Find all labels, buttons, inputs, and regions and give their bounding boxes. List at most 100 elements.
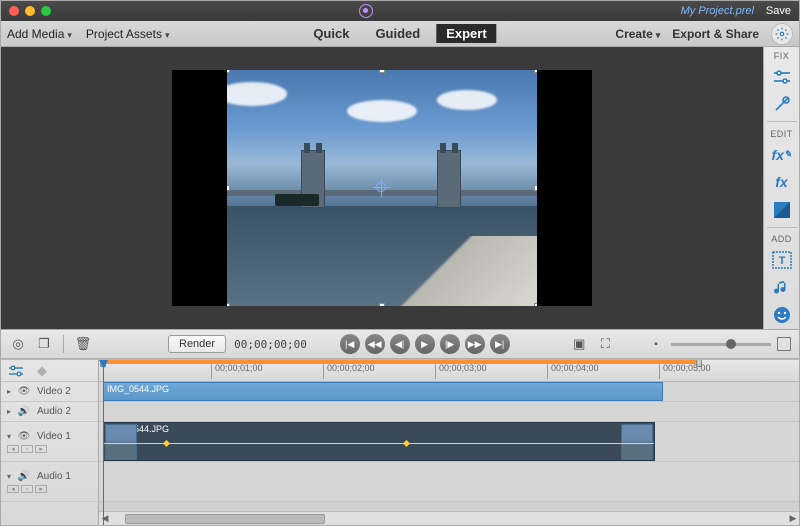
fullscreen-icon[interactable]: ⛶	[596, 335, 614, 353]
track-header-audio2[interactable]: ▸ 🔊 Audio 2	[1, 402, 98, 422]
titles-icon[interactable]: T	[768, 248, 796, 272]
goto-start-button[interactable]: |◀	[340, 334, 360, 354]
keyframe-nav[interactable]: ◂◦▸	[7, 485, 47, 493]
timeline-tool-row: ◆	[1, 360, 98, 382]
panel-section-edit: EDIT	[770, 125, 793, 141]
minimize-window-button[interactable]	[25, 6, 35, 16]
close-window-button[interactable]	[9, 6, 19, 16]
resize-handle-tl[interactable]	[227, 70, 230, 73]
resize-handle-tm[interactable]	[379, 70, 385, 73]
collapse-icon[interactable]: ▸	[7, 407, 11, 416]
keyframe-icon[interactable]	[163, 440, 170, 447]
timeline-sliders-icon[interactable]	[7, 364, 25, 378]
export-share-button[interactable]: Export & Share	[672, 27, 759, 41]
tab-quick[interactable]: Quick	[303, 24, 359, 43]
speaker-icon[interactable]: 🔊	[17, 406, 31, 418]
lane-audio2[interactable]	[99, 402, 799, 422]
track-label: Audio 2	[37, 406, 71, 417]
play-button[interactable]: ▶	[415, 334, 435, 354]
timeline: ◆ ▸ 👁 Video 2 ▸ 🔊 Audio 2 ▾ 👁 Video 1 ◂◦…	[1, 359, 799, 525]
track-header-video2[interactable]: ▸ 👁 Video 2	[1, 382, 98, 402]
collapse-icon[interactable]: ▾	[7, 432, 11, 441]
tab-guided[interactable]: Guided	[365, 24, 430, 43]
settings-gear-icon[interactable]	[771, 23, 793, 45]
adjust-sliders-icon[interactable]	[768, 65, 796, 89]
preview-frame[interactable]	[227, 70, 537, 306]
graphics-smiley-icon[interactable]	[768, 304, 796, 328]
preview-monitor	[1, 47, 763, 329]
render-button[interactable]: Render	[168, 335, 226, 353]
tools-icon[interactable]	[768, 93, 796, 117]
timeline-scrollbar[interactable]: ◀ ▶	[99, 511, 799, 525]
zoom-slider[interactable]	[671, 343, 771, 346]
clip-label: IMG_0544.JPG	[107, 384, 169, 394]
ruler-mark: 00;00;01;00	[211, 363, 263, 379]
timeline-lanes[interactable]: 00;00;01;00 00;00;02;00 00;00;03;00 00;0…	[99, 360, 799, 525]
anchor-point-icon[interactable]	[376, 182, 386, 192]
ruler-mark: 00;00;02;00	[323, 363, 375, 379]
timeline-keyframe-icon[interactable]: ◆	[33, 364, 51, 378]
resize-handle-bm[interactable]	[379, 303, 385, 306]
eye-icon[interactable]: 👁	[17, 431, 31, 443]
collapse-icon[interactable]: ▾	[7, 472, 11, 481]
svg-text:T: T	[778, 255, 785, 267]
opacity-rubberband[interactable]	[104, 443, 654, 444]
step-back-button[interactable]: ◀|	[390, 334, 410, 354]
titlebar: My Project.prel Save	[1, 1, 799, 21]
resize-handle-bl[interactable]	[227, 303, 230, 306]
clip-thumb-out	[621, 424, 653, 460]
collapse-icon[interactable]: ▸	[7, 387, 11, 396]
panel-section-add: ADD	[771, 230, 792, 246]
marker-icon[interactable]: ❐	[35, 335, 53, 353]
transport-bar: ◎ ❐ 🗑 Render 00;00;00;00 |◀ ◀◀ ◀| ▶ |▶ ▶…	[1, 329, 799, 359]
fx-edit-icon[interactable]: fx✎	[768, 143, 796, 167]
time-ruler[interactable]: 00;00;01;00 00;00;02;00 00;00;03;00 00;0…	[99, 360, 799, 382]
clip-thumb-in	[105, 424, 137, 460]
goto-end-button[interactable]: ▶|	[490, 334, 510, 354]
track-label: Audio 1	[37, 471, 71, 482]
current-time-indicator[interactable]	[103, 360, 104, 525]
ruler-mark: 00;00;05;00	[659, 363, 711, 379]
scroll-right-icon[interactable]: ▶	[787, 513, 799, 524]
scroll-left-icon[interactable]: ◀	[99, 513, 111, 524]
resize-handle-br[interactable]	[534, 303, 537, 306]
project-assets-menu[interactable]: Project Assets	[86, 27, 170, 41]
work-area-bar[interactable]	[103, 360, 699, 364]
ruler-mark: 00;00;04;00	[547, 363, 599, 379]
fast-fwd-button[interactable]: ▶▶	[465, 334, 485, 354]
step-fwd-button[interactable]: |▶	[440, 334, 460, 354]
lane-audio1[interactable]	[99, 462, 799, 502]
color-grade-icon[interactable]	[768, 198, 796, 222]
zoom-out-icon[interactable]: ▪	[647, 335, 665, 353]
clip-video2[interactable]: IMG_0544.JPG	[103, 382, 663, 401]
resize-handle-tr[interactable]	[534, 70, 537, 73]
zoom-window-button[interactable]	[41, 6, 51, 16]
eye-icon[interactable]: 👁	[17, 386, 31, 398]
resize-handle-mr[interactable]	[534, 185, 537, 191]
scroll-thumb[interactable]	[125, 514, 325, 524]
tab-expert[interactable]: Expert	[436, 24, 496, 43]
speaker-icon[interactable]: 🔊	[17, 471, 31, 483]
music-icon[interactable]	[768, 276, 796, 300]
clip-video1[interactable]: IMG_0544.JPG	[103, 422, 655, 461]
keyframe-icon[interactable]	[403, 440, 410, 447]
add-media-menu[interactable]: Add Media	[7, 27, 72, 41]
zoom-fit-icon[interactable]	[777, 337, 791, 351]
track-header-video1[interactable]: ▾ 👁 Video 1 ◂◦▸	[1, 422, 98, 462]
trash-icon[interactable]: 🗑	[74, 335, 92, 353]
snapshot-icon[interactable]: ◎	[9, 335, 27, 353]
lane-video1[interactable]: IMG_0544.JPG	[99, 422, 799, 462]
workspace: FIX EDIT fx✎ fx ADD T	[1, 47, 799, 329]
lane-video2[interactable]: IMG_0544.JPG	[99, 382, 799, 402]
rewind-button[interactable]: ◀◀	[365, 334, 385, 354]
timecode-display[interactable]: 00;00;00;00	[234, 338, 307, 351]
save-button[interactable]: Save	[766, 5, 791, 17]
create-menu[interactable]: Create	[615, 27, 660, 41]
track-label: Video 2	[37, 386, 71, 397]
resize-handle-ml[interactable]	[227, 185, 230, 191]
keyframe-nav[interactable]: ◂◦▸	[7, 445, 47, 453]
fx-icon[interactable]: fx	[768, 170, 796, 194]
track-header-audio1[interactable]: ▾ 🔊 Audio 1 ◂◦▸	[1, 462, 98, 502]
preview-canvas[interactable]	[172, 70, 592, 306]
safe-margins-icon[interactable]: ▣	[570, 335, 588, 353]
